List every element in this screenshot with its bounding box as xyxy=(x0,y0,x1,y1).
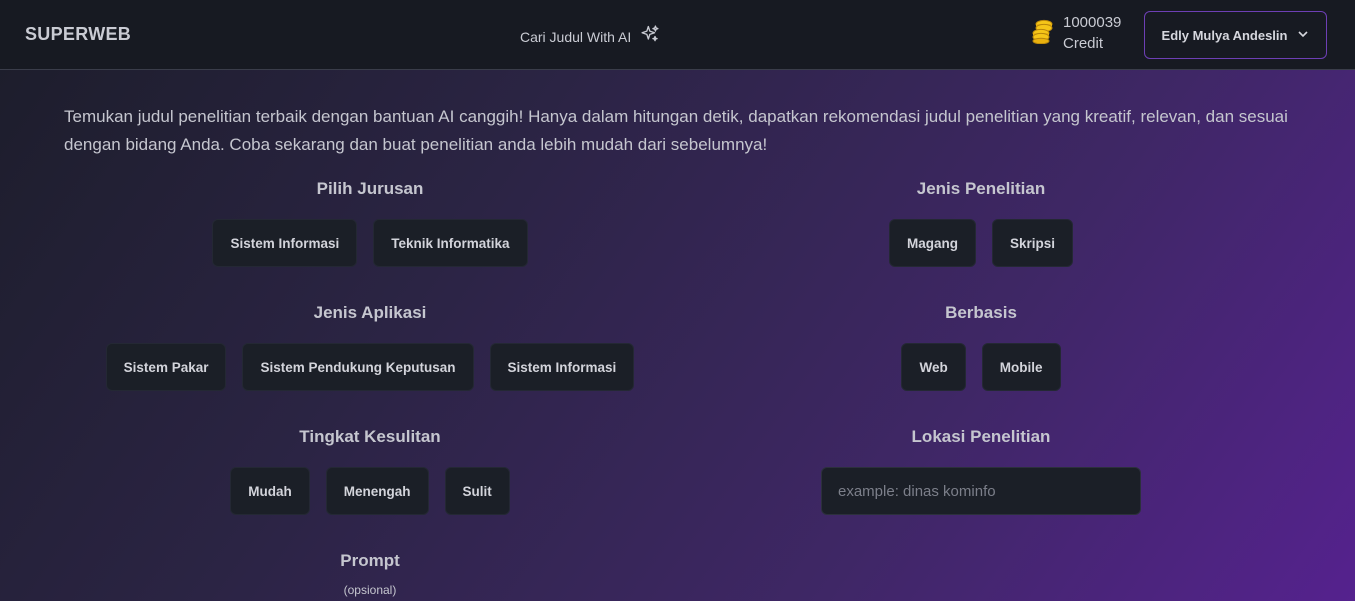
jenis-aplikasi-options: Sistem Pakar Sistem Pendukung Keputusan … xyxy=(70,343,670,391)
brand-logo[interactable]: SUPERWEB xyxy=(25,24,131,45)
intro-text: Temukan judul penelitian terbaik dengan … xyxy=(64,107,1288,154)
option-penelitian-magang[interactable]: Magang xyxy=(888,219,976,267)
credit-amount: 1000039 xyxy=(1063,14,1122,31)
navbar: SUPERWEB Cari Judul With AI 1000039 Cred… xyxy=(0,0,1355,70)
credit-text: 1000039 Credit xyxy=(1063,12,1121,54)
lokasi-penelitian-title: Lokasi Penelitian xyxy=(911,427,1051,446)
option-aplikasi-sistem-informasi[interactable]: Sistem Informasi xyxy=(489,343,635,391)
jenis-penelitian-title: Jenis Penelitian xyxy=(916,179,1046,198)
credit-label: Credit xyxy=(1063,35,1104,52)
user-menu-button[interactable]: Edly Mulya Andeslin xyxy=(1144,11,1327,59)
lokasi-penelitian-input[interactable] xyxy=(821,467,1141,515)
berbasis-options: Web Mobile xyxy=(681,343,1281,391)
option-berbasis-mobile[interactable]: Mobile xyxy=(981,343,1061,391)
coins-icon xyxy=(1031,18,1055,49)
option-tingkat-menengah[interactable]: Menengah xyxy=(325,467,429,515)
berbasis-title: Berbasis xyxy=(945,303,1017,322)
chevron-down-icon xyxy=(1297,28,1309,43)
credit-display: 1000039 Credit xyxy=(1031,12,1121,54)
option-tingkat-mudah[interactable]: Mudah xyxy=(230,467,310,515)
jenis-penelitian-options: Magang Skripsi xyxy=(681,219,1281,267)
option-jurusan-teknik-informatika[interactable]: Teknik Informatika xyxy=(373,219,528,267)
option-jurusan-sistem-informasi[interactable]: Sistem Informasi xyxy=(212,219,358,267)
option-penelitian-skripsi[interactable]: Skripsi xyxy=(991,219,1074,267)
nav-link-ai-search-label: Cari Judul With AI xyxy=(520,28,632,45)
jurusan-options: Sistem Informasi Teknik Informatika xyxy=(70,219,670,267)
prompt-optional-note: (opsional) xyxy=(343,583,397,597)
option-aplikasi-sistem-pakar[interactable]: Sistem Pakar xyxy=(105,343,227,391)
tingkat-kesulitan-options: Mudah Menengah Sulit xyxy=(70,467,670,515)
nav-link-ai-search[interactable]: Cari Judul With AI xyxy=(520,24,660,49)
jenis-aplikasi-title: Jenis Aplikasi xyxy=(313,303,427,322)
jurusan-title: Pilih Jurusan xyxy=(316,179,424,198)
user-name: Edly Mulya Andeslin xyxy=(1161,27,1288,43)
option-aplikasi-spk[interactable]: Sistem Pendukung Keputusan xyxy=(242,343,474,391)
prompt-title: Prompt xyxy=(340,551,400,570)
option-berbasis-web[interactable]: Web xyxy=(901,343,966,391)
sparkles-icon xyxy=(640,24,660,49)
option-tingkat-sulit[interactable]: Sulit xyxy=(444,467,510,515)
tingkat-kesulitan-title: Tingkat Kesulitan xyxy=(299,427,441,446)
